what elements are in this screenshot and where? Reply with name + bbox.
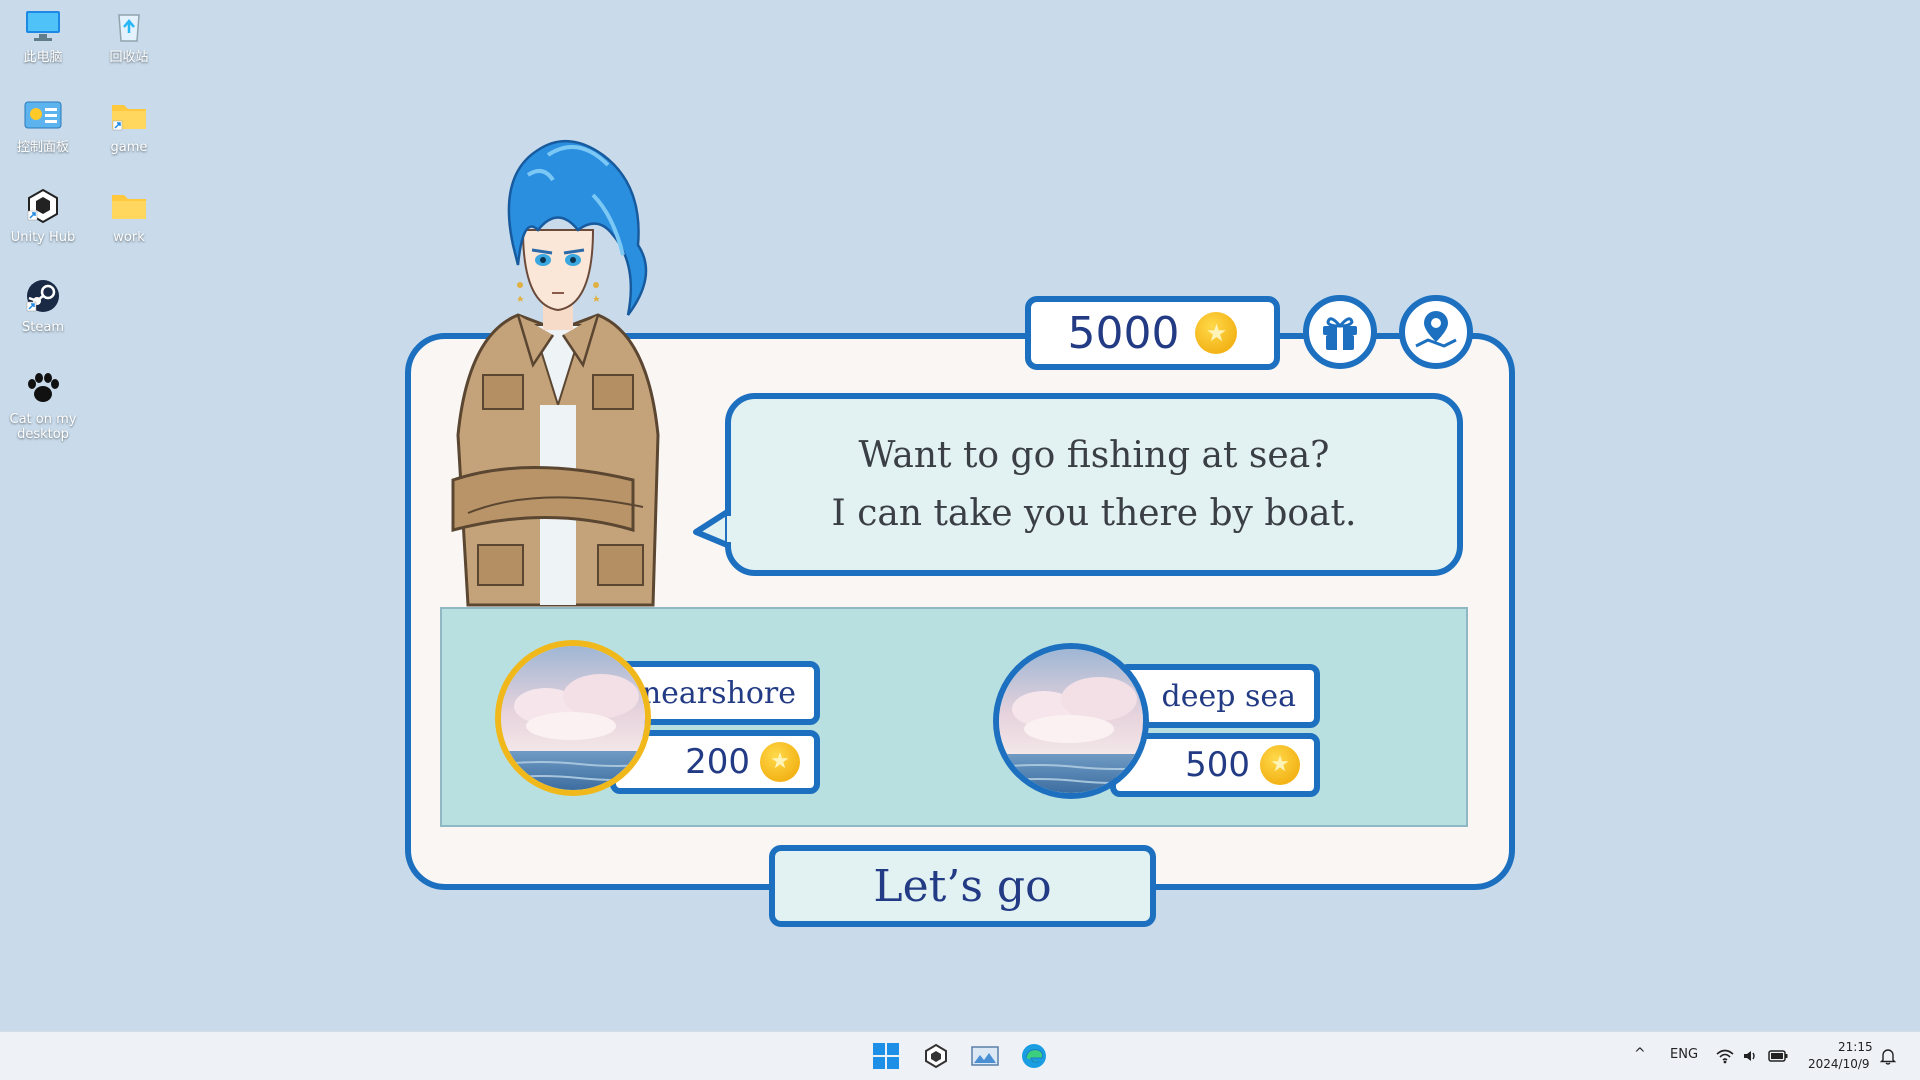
recycle-bin-icon (107, 6, 151, 46)
option-nearshore-image[interactable] (495, 640, 651, 796)
tray-date[interactable]: 2024/10/9 (1808, 1057, 1870, 1071)
desktop-icon-unity-hub[interactable]: Unity Hub (0, 186, 86, 245)
taskbar-app-photos[interactable] (969, 1040, 1001, 1072)
desktop-icon-label: 控制面板 (16, 140, 69, 155)
start-button[interactable] (870, 1040, 902, 1072)
lets-go-button[interactable]: Let’s go (769, 845, 1156, 927)
coin-icon: ★ (1260, 745, 1300, 785)
tray-overflow-chevron-icon[interactable]: ^ (1634, 1046, 1646, 1062)
desktop-icon-label: work (113, 230, 145, 245)
coin-icon: ★ (760, 742, 800, 782)
desktop-icon-label: 回收站 (109, 50, 149, 65)
tray-language[interactable]: ENG (1670, 1047, 1698, 1062)
gift-icon (1323, 317, 1357, 350)
folder-icon (107, 186, 151, 226)
coin-balance: 5000 ★ (1025, 296, 1280, 370)
battery-icon[interactable] (1768, 1049, 1788, 1063)
wifi-icon[interactable] (1716, 1048, 1734, 1064)
dialogue-line-1: Want to go fishing at sea? (858, 434, 1330, 476)
option-deep-sea-image[interactable] (993, 643, 1149, 799)
coin-icon: ★ (1195, 312, 1238, 354)
speech-bubble-tail-join (727, 516, 735, 542)
desktop-icon-label: Steam (22, 320, 64, 335)
option-nearshore-label: nearshore (641, 675, 796, 711)
notification-bell-icon[interactable] (1880, 1047, 1896, 1065)
monitor-icon (21, 6, 65, 46)
desktop-icon-work[interactable]: work (86, 186, 172, 245)
desktop-icon-label: Cat on my desktop (9, 412, 77, 442)
image-app-icon (971, 1046, 999, 1066)
taskbar: ^ ENG 21:15 2024/10/9 (0, 1031, 1920, 1080)
paw-icon (21, 368, 65, 408)
desktop-icon-steam[interactable]: Steam (0, 276, 86, 335)
control-panel-icon (21, 96, 65, 136)
desktop-icon-game[interactable]: game (86, 96, 172, 155)
desktop-icon-recycle-bin[interactable]: 回收站 (86, 6, 172, 65)
taskbar-app-edge[interactable] (1018, 1040, 1050, 1072)
unity-app-icon (925, 1043, 947, 1069)
steam-icon (21, 276, 65, 316)
speech-bubble: Want to go fishing at sea? I can take yo… (725, 393, 1463, 576)
fisherman-character-portrait (428, 135, 688, 607)
option-deep-sea-label: deep sea (1161, 678, 1297, 714)
volume-icon[interactable] (1742, 1048, 1758, 1064)
map-pin-icon (1415, 311, 1457, 348)
windows-start-icon (873, 1043, 899, 1069)
lets-go-label: Let’s go (873, 860, 1052, 912)
desktop-icon-label: game (110, 140, 148, 155)
map-button[interactable] (1399, 295, 1473, 369)
edge-icon (1022, 1044, 1046, 1068)
taskbar-app-unity[interactable] (920, 1040, 952, 1072)
desktop-icon-this-pc[interactable]: 此电脑 (0, 6, 86, 65)
desktop-icon-label: 此电脑 (23, 50, 63, 65)
tray-time[interactable]: 21:15 (1838, 1040, 1873, 1054)
option-deep-sea-price: 500 (1185, 745, 1250, 785)
coin-balance-amount: 5000 (1067, 307, 1180, 359)
desktop-icon-cat-on-my-desktop[interactable]: Cat on my desktop (0, 368, 86, 442)
gift-button[interactable] (1303, 295, 1377, 369)
unity-hub-icon (21, 186, 65, 226)
folder-shortcut-icon (107, 96, 151, 136)
desktop-icon-label: Unity Hub (10, 230, 76, 245)
option-nearshore-price: 200 (685, 742, 750, 782)
desktop-icon-control-panel[interactable]: 控制面板 (0, 96, 86, 155)
dialogue-line-2: I can take you there by boat. (831, 492, 1357, 534)
